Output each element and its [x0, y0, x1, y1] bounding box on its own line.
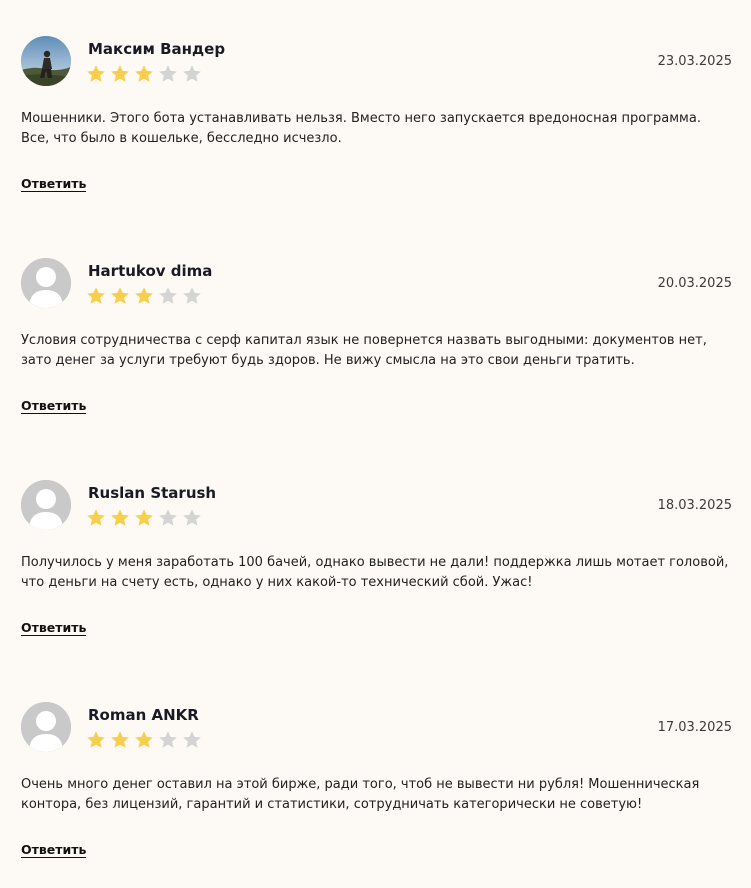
star-filled-icon — [111, 65, 129, 82]
star-filled-icon — [135, 509, 153, 526]
rating-stars — [86, 508, 202, 528]
star-empty-icon — [159, 287, 177, 304]
rating-stars — [86, 64, 202, 84]
review-date: 23.03.2025 — [657, 54, 732, 69]
star-filled-icon — [111, 287, 129, 304]
reply-link[interactable]: Ответить — [21, 620, 87, 636]
star-empty-icon — [183, 65, 201, 82]
review-item: Hartukov dima 20.03.2025 Условия сотрудн… — [0, 222, 751, 444]
star-empty-icon — [159, 65, 177, 82]
star-filled-icon — [87, 287, 105, 304]
review-text: Получилось у меня заработать 100 бачей, … — [21, 555, 729, 590]
star-filled-icon — [87, 731, 105, 748]
rating-stars — [86, 730, 202, 750]
reviews-list: Максим Вандер 23.03.2025 Мошенники. Этог… — [0, 0, 751, 888]
review-author: Максим Вандер — [88, 40, 226, 58]
reply-link[interactable]: Ответить — [21, 176, 87, 192]
star-filled-icon — [111, 731, 129, 748]
user-avatar-placeholder-icon — [21, 480, 71, 530]
star-empty-icon — [183, 509, 201, 526]
review-text: Очень много денег оставил на этой бирже,… — [21, 777, 700, 812]
star-filled-icon — [87, 509, 105, 526]
review-author: Roman ANKR — [88, 706, 199, 724]
user-avatar-placeholder-icon — [21, 702, 71, 752]
star-filled-icon — [111, 509, 129, 526]
review-author: Ruslan Starush — [88, 484, 217, 502]
review-author: Hartukov dima — [88, 262, 213, 280]
review-date: 20.03.2025 — [657, 276, 732, 291]
review-item: Ruslan Starush 18.03.2025 Получилось у м… — [0, 444, 751, 666]
star-filled-icon — [135, 287, 153, 304]
user-avatar-photo — [21, 36, 71, 86]
rating-stars — [86, 286, 202, 306]
review-text: Условия сотрудничества с серф капитал яз… — [21, 333, 707, 368]
review-item: Roman ANKR 17.03.2025 Очень много денег … — [0, 666, 751, 888]
review-item: Максим Вандер 23.03.2025 Мошенники. Этог… — [0, 0, 751, 222]
reply-link[interactable]: Ответить — [21, 842, 87, 858]
star-filled-icon — [135, 731, 153, 748]
star-filled-icon — [135, 65, 153, 82]
user-avatar-placeholder-icon — [21, 258, 71, 308]
star-filled-icon — [87, 65, 105, 82]
star-empty-icon — [183, 287, 201, 304]
review-date: 18.03.2025 — [657, 498, 732, 513]
star-empty-icon — [183, 731, 201, 748]
star-empty-icon — [159, 509, 177, 526]
review-text: Мошенники. Этого бота устанавливать нель… — [21, 111, 701, 146]
reply-link[interactable]: Ответить — [21, 398, 87, 414]
star-empty-icon — [159, 731, 177, 748]
review-date: 17.03.2025 — [657, 720, 732, 735]
